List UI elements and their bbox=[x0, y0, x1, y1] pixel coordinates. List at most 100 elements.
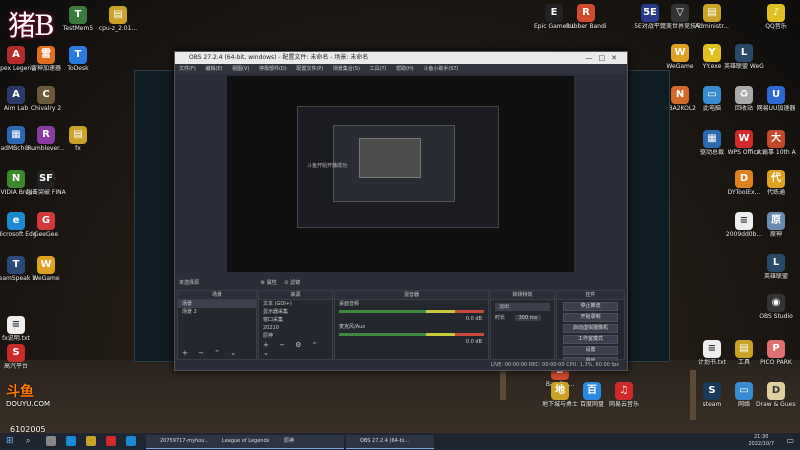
start-menu-icon[interactable]: ⊞ bbox=[6, 436, 14, 446]
desktop-icon-label: 网易UU加速器 bbox=[756, 105, 796, 112]
desktop-icon[interactable]: ▤ cpu-z_2.01... bbox=[98, 6, 138, 32]
scene-controls[interactable]: + − ⌃ ⌄ bbox=[182, 349, 240, 357]
desktop-icon[interactable]: RRubber Bandits... bbox=[566, 4, 606, 30]
desktop-icon[interactable]: L 英雄联盟 bbox=[756, 254, 796, 280]
stop-streaming-button[interactable]: 停止推流 bbox=[563, 302, 618, 311]
app-icon: E bbox=[545, 4, 563, 22]
scenes-header: 场景 bbox=[178, 291, 256, 300]
league-client-friends-panel bbox=[629, 71, 669, 361]
taskbar-item-obs[interactable]: OBS 27.2.4 (64-bi... bbox=[346, 435, 434, 449]
douyu-domain: DOUYU.COM bbox=[6, 400, 51, 408]
desktop-icon[interactable]: D Draw & Guess bbox=[756, 382, 796, 408]
no-source-label: 未选择源 bbox=[179, 280, 200, 286]
desktop-icon[interactable]: ◉ OBS Studio bbox=[756, 294, 796, 320]
app-icon: 大 bbox=[767, 130, 785, 148]
menu-docks[interactable]: 停靠部件(D) bbox=[259, 66, 287, 72]
app-icon: ▽ bbox=[671, 4, 689, 22]
app-taskbar-icon[interactable] bbox=[106, 436, 116, 446]
menu-douyu-helper[interactable]: 斗鱼小助手(ST) bbox=[423, 66, 458, 72]
menu-scene-collection[interactable]: 场景集合(S) bbox=[333, 66, 360, 72]
desktop-icon[interactable]: ♪ QQ音乐 bbox=[756, 4, 796, 30]
filters-button[interactable]: 滤镜 bbox=[290, 280, 300, 286]
desktop-icon[interactable]: SF超击突破 FINAL BETA bbox=[26, 170, 66, 196]
app-icon: Y bbox=[703, 44, 721, 62]
studio-mode-button[interactable]: 工作室模式 bbox=[563, 335, 618, 344]
duration-input[interactable]: 300 ms bbox=[514, 315, 542, 321]
audio-mixer-dock: 混音器 桌面音频 0.0 dB 麦克风/Aux 0.0 dB bbox=[334, 290, 489, 360]
app-icon: ♪ bbox=[767, 4, 785, 22]
settings-button[interactable]: 设置 bbox=[563, 346, 618, 355]
obs-preview[interactable]: 斗鱼开始开播成功 bbox=[227, 76, 574, 272]
desktop-icon[interactable]: S 高汽平台 bbox=[0, 344, 36, 370]
desktop-icon-label: Chivalry 2 bbox=[30, 105, 62, 112]
gear-icon[interactable]: ⚙ bbox=[261, 280, 265, 286]
desktop-icon-label: 大霸事 10th Anniver... bbox=[756, 149, 796, 156]
source-item[interactable]: 原神 bbox=[259, 332, 332, 340]
menu-file[interactable]: 文件(F) bbox=[179, 66, 196, 72]
transition-select[interactable]: 淡出 bbox=[495, 303, 550, 311]
scene-item[interactable]: 场景 2 bbox=[178, 308, 256, 316]
source-item[interactable]: 文本 (GDI+) bbox=[259, 300, 332, 308]
desktop-icon[interactable]: ▤ fx bbox=[58, 126, 98, 152]
desktop-icon[interactable]: L英雄联盟 WeGame版 bbox=[724, 44, 764, 70]
desktop-icon[interactable]: T ToDesk bbox=[58, 46, 98, 72]
menu-view[interactable]: 视图(V) bbox=[232, 66, 249, 72]
desktop-icon[interactable]: 大大霸事 10th Anniver... bbox=[756, 130, 796, 156]
duration-row: 时长 300 ms bbox=[491, 314, 554, 322]
source-item[interactable]: 20210 bbox=[259, 324, 332, 332]
app-icon: T bbox=[7, 256, 25, 274]
menu-profile[interactable]: 配置文件(P) bbox=[296, 66, 323, 72]
mixer-track-level: 0.0 dB bbox=[465, 339, 482, 345]
desktop-icon[interactable]: U 网易UU加速器 bbox=[756, 86, 796, 112]
mixer-track-level: 0.0 dB bbox=[465, 316, 482, 322]
task-view-icon[interactable] bbox=[46, 436, 56, 446]
desktop-icon[interactable]: T TestMem5 bbox=[58, 6, 98, 32]
obs-titlebar[interactable]: OBS 27.2.4 (64-bit, windows) - 配置文件: 未命名… bbox=[175, 52, 627, 64]
start-virtual-camera-button[interactable]: 启动虚拟摄像机 bbox=[563, 324, 618, 333]
explorer-taskbar-icon[interactable] bbox=[86, 436, 96, 446]
app-icon: S bbox=[703, 382, 721, 400]
app-icon: R bbox=[37, 126, 55, 144]
desktop-icon[interactable]: ♫ 网易云音乐 bbox=[604, 382, 644, 408]
desktop-icon[interactable]: W WeGame bbox=[26, 256, 66, 282]
window-controls[interactable]: —□✕ bbox=[586, 52, 623, 64]
mixer-header: 混音器 bbox=[335, 291, 488, 300]
source-item[interactable]: 窗口采集 bbox=[259, 316, 332, 324]
scene-item[interactable]: 场景 bbox=[178, 300, 256, 308]
source-toolbar: 未选择源 ⚙ 属性 ⊙ 滤镜 bbox=[175, 278, 627, 288]
desktop-icon[interactable]: 代代练通 bbox=[756, 170, 796, 196]
desktop-icon[interactable]: ▤ Administr... bbox=[692, 4, 732, 30]
app-icon: 5E bbox=[641, 4, 659, 22]
taskbar-clock[interactable]: 21:30 2022/10/7 bbox=[748, 434, 774, 448]
app-icon: N bbox=[7, 170, 25, 188]
menu-tools[interactable]: 工具(T) bbox=[370, 66, 387, 72]
app-icon: G bbox=[37, 212, 55, 230]
desktop-icon[interactable]: C Chivalry 2 bbox=[26, 86, 66, 112]
sources-dock: 来源 文本 (GDI+) 显示器采集 窗口采集 20210 原神 + − ⚙ ⌃… bbox=[258, 290, 333, 360]
desktop-icon[interactable]: 原原神 bbox=[756, 212, 796, 238]
desktop-icon[interactable]: P PICO PARK bbox=[756, 340, 796, 366]
app-icon: T bbox=[69, 46, 87, 64]
desktop-icon[interactable]: ≡ fx说明.txt bbox=[0, 316, 36, 342]
desktop-icon-label: fx bbox=[75, 145, 81, 152]
app-taskbar-icon[interactable] bbox=[126, 436, 136, 446]
source-item[interactable]: 显示器采集 bbox=[259, 308, 332, 316]
desktop-icon-label: cpu-z_2.01... bbox=[98, 25, 138, 32]
app-icon: L bbox=[767, 254, 785, 272]
app-icon: ▤ bbox=[703, 4, 721, 22]
menu-help[interactable]: 帮助(H) bbox=[396, 66, 414, 72]
desktop-icon[interactable]: G GeeGee bbox=[26, 212, 66, 238]
streamer-logo: 猪B bbox=[8, 9, 55, 42]
start-recording-button[interactable]: 开始录制 bbox=[563, 313, 618, 322]
taskbar-item-genshin[interactable]: 原神 bbox=[270, 435, 344, 449]
notification-icon[interactable]: ▭ bbox=[786, 436, 794, 445]
source-controls[interactable]: + − ⚙ ⌃ ⌄ bbox=[263, 341, 332, 357]
properties-button[interactable]: 属性 bbox=[267, 280, 277, 286]
obs-window[interactable]: OBS 27.2.4 (64-bit, windows) - 配置文件: 未命名… bbox=[174, 51, 628, 371]
filter-icon[interactable]: ⊙ bbox=[284, 280, 288, 286]
menu-edit[interactable]: 编辑(E) bbox=[205, 66, 222, 72]
app-icon: D bbox=[767, 382, 785, 400]
edge-taskbar-icon[interactable] bbox=[66, 436, 76, 446]
app-icon: R bbox=[577, 4, 595, 22]
search-icon[interactable]: ⌕ bbox=[26, 436, 30, 446]
